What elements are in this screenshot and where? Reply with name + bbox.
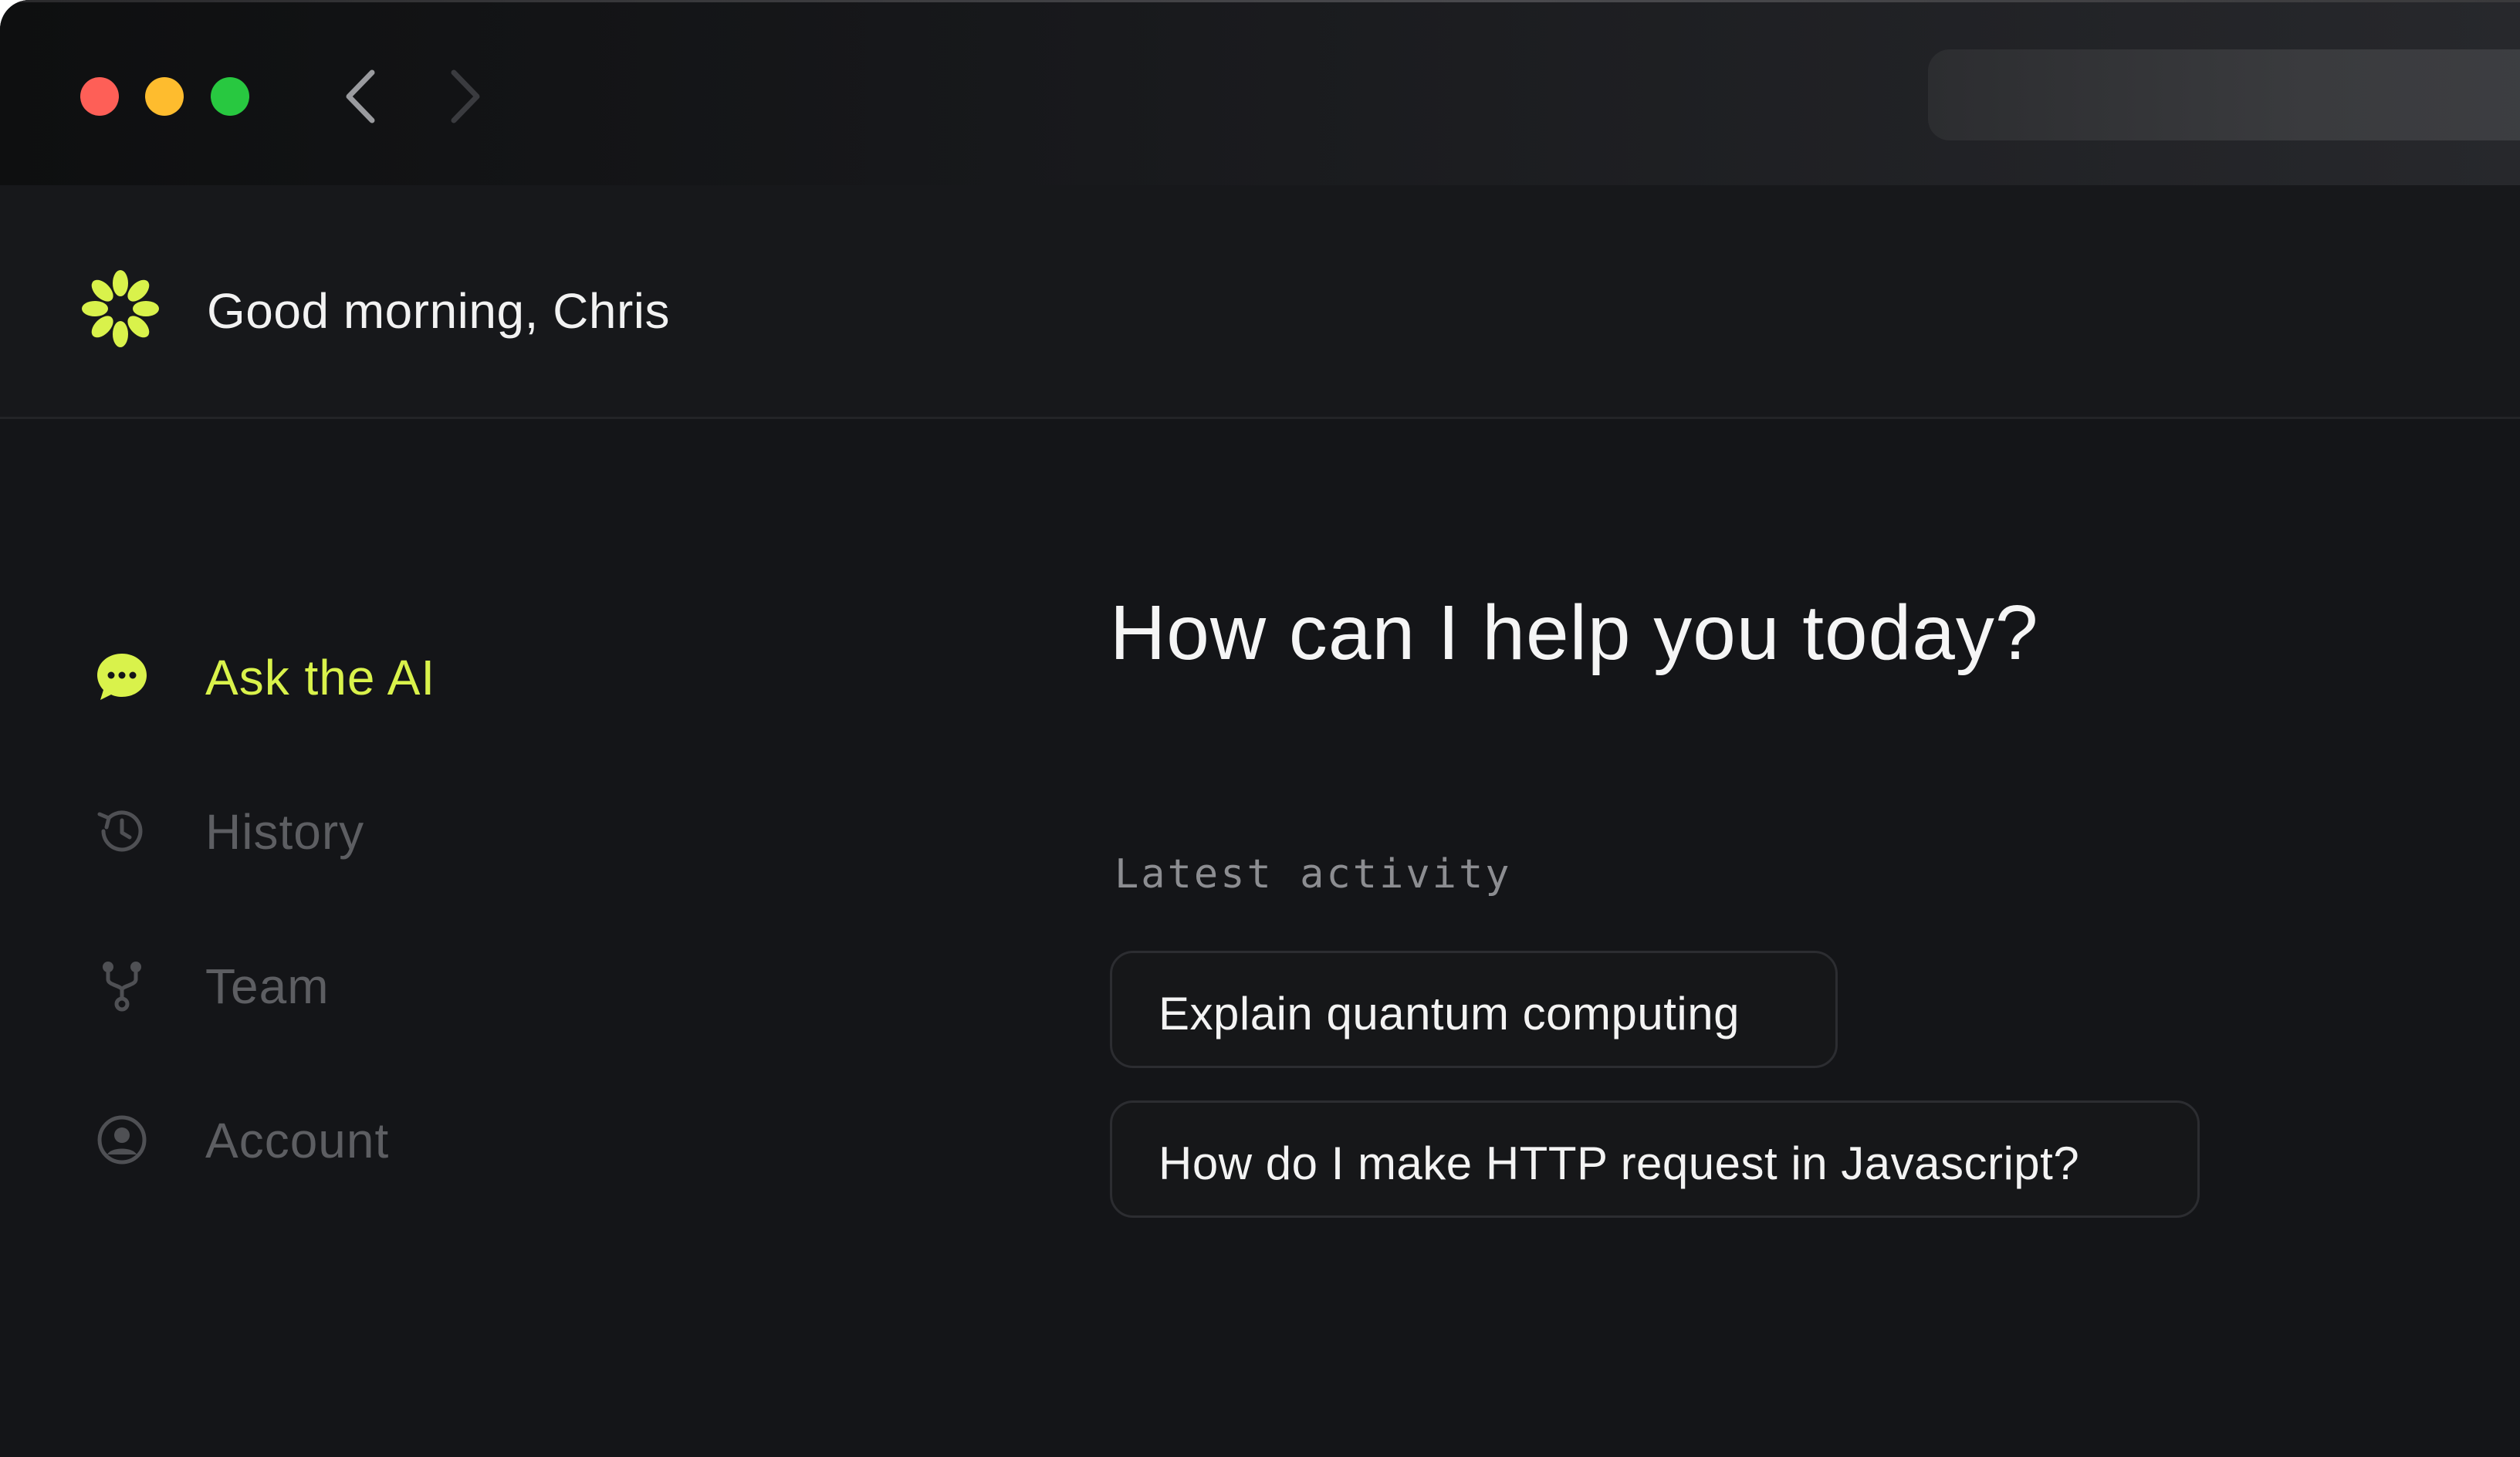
sidebar-item-account[interactable]: Account: [93, 1089, 710, 1181]
sidebar-item-label: Account: [205, 1113, 390, 1168]
sidebar-item-team[interactable]: Team: [93, 935, 710, 1027]
activity-chip-label: Explain quantum computing: [1159, 988, 1740, 1040]
title-bar: [0, 0, 2520, 185]
sidebar-item-history[interactable]: History: [93, 780, 710, 873]
activity-chip-label: How do I make HTTP request in Javascript…: [1159, 1138, 2080, 1189]
history-icon: [97, 810, 143, 852]
address-bar[interactable]: [1928, 49, 2520, 140]
main-area: Ask the AI History Team Account How can …: [0, 419, 2520, 1457]
close-window-button[interactable]: [80, 77, 119, 116]
sidebar-item-label: History: [205, 804, 365, 860]
latest-activity-heading: Latest activity: [1115, 851, 1512, 898]
activity-chip[interactable]: How do I make HTTP request in Javascript…: [1110, 1100, 2200, 1218]
app-window: Good morning, Chris Ask the AI History T…: [0, 0, 2520, 1457]
window-top-edge: [0, 0, 2520, 2]
header: Good morning, Chris: [0, 185, 2520, 419]
minimize-window-button[interactable]: [145, 77, 184, 116]
user-circle-icon: [97, 1115, 147, 1165]
flower-icon: [82, 270, 159, 347]
maximize-window-button[interactable]: [211, 77, 249, 116]
page-title: How can I help you today?: [1110, 590, 2039, 676]
sidebar-item-ask-the-ai[interactable]: Ask the AI: [93, 626, 710, 718]
activity-chip[interactable]: Explain quantum computing: [1110, 951, 1838, 1068]
forward-arrow-icon[interactable]: [441, 68, 488, 125]
back-arrow-icon[interactable]: [338, 68, 384, 125]
fork-icon: [103, 962, 141, 1012]
sidebar-item-label: Team: [205, 958, 330, 1014]
chat-bubble-icon: [97, 654, 147, 700]
greeting-title: Good morning, Chris: [207, 283, 670, 339]
sidebar-item-label: Ask the AI: [205, 650, 436, 705]
